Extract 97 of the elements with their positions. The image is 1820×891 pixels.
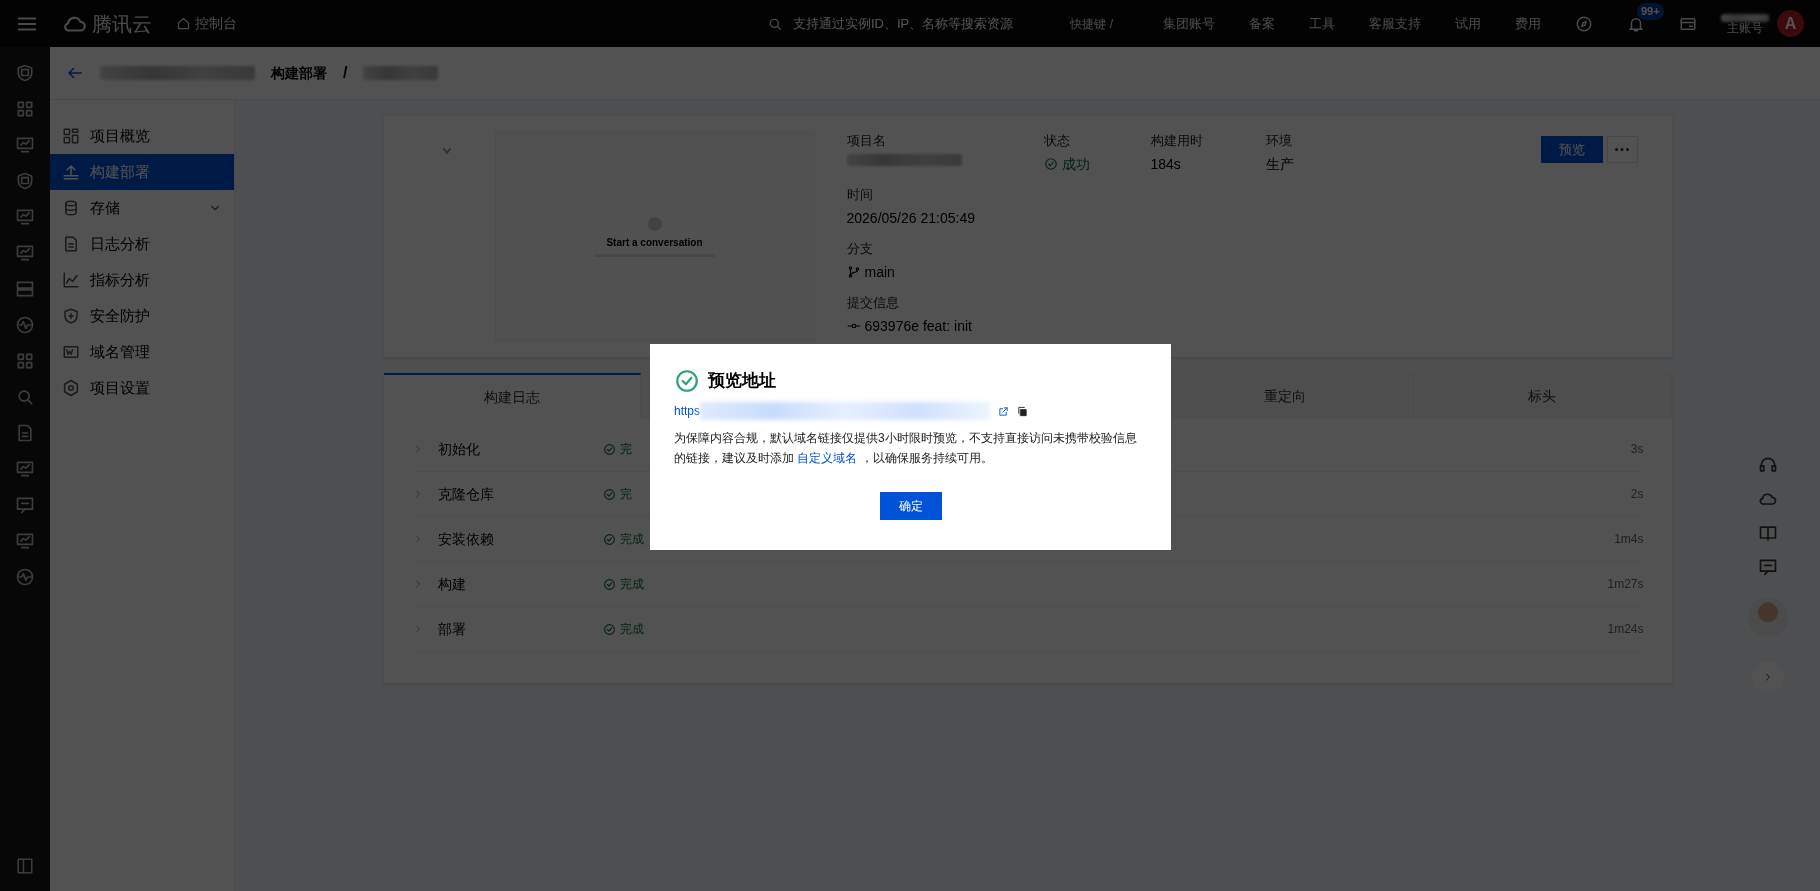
avatar[interactable]: A	[1777, 10, 1804, 37]
domain-icon	[62, 343, 80, 361]
book-icon[interactable]	[1758, 523, 1778, 543]
grid-icon[interactable]	[15, 99, 35, 119]
step-name: 部署	[437, 619, 467, 639]
sidebar-item[interactable]: 指标分析	[50, 262, 234, 298]
more-button[interactable]	[1606, 136, 1638, 163]
pulse-icon[interactable]	[15, 567, 35, 587]
url-prefix: https	[674, 403, 700, 420]
check-circle-icon	[602, 442, 616, 456]
top-menu-link[interactable]: 客服支持	[1369, 13, 1421, 34]
check-circle-icon	[602, 622, 616, 636]
shield-icon	[62, 307, 80, 325]
search-icon[interactable]	[15, 387, 35, 407]
field-label: 构建用时	[1150, 132, 1204, 150]
monitor-icon[interactable]	[15, 207, 35, 227]
field-label: 提交信息	[846, 294, 900, 312]
tab[interactable]: 构建日志	[383, 373, 642, 419]
check-circle-icon	[1043, 157, 1058, 171]
step-status: 完成	[619, 621, 644, 638]
monitor-icon[interactable]	[15, 243, 35, 263]
step-status: 完	[619, 486, 632, 503]
monitor-icon[interactable]	[15, 135, 35, 155]
home-icon	[176, 16, 191, 31]
dialog-title: 预览地址	[708, 369, 776, 393]
external-link-icon[interactable]	[998, 405, 1009, 417]
panel-icon[interactable]	[16, 857, 34, 875]
blurred-account-name	[1721, 13, 1769, 22]
document-icon	[62, 235, 80, 253]
preview-button[interactable]: 预览	[1540, 136, 1603, 163]
step-name: 安装依赖	[437, 529, 495, 549]
check-circle-icon	[602, 487, 616, 501]
blurred-breadcrumb[interactable]	[100, 66, 255, 80]
monitor-icon[interactable]	[15, 459, 35, 479]
compass-icon[interactable]	[1575, 14, 1593, 33]
commit-message: 693976e feat: init	[864, 317, 972, 336]
notification-badge: 99+	[1637, 3, 1664, 20]
chat-icon[interactable]	[15, 495, 35, 515]
assistant-avatar[interactable]	[1748, 597, 1788, 637]
console-link[interactable]: 控制台	[176, 13, 237, 34]
confirm-button[interactable]: 确定	[879, 492, 942, 520]
chart-icon	[62, 271, 80, 289]
copy-icon[interactable]	[1017, 405, 1028, 417]
sidebar-item[interactable]: 项目设置	[50, 370, 234, 406]
field-label: 时间	[846, 186, 874, 204]
field-label: 分支	[846, 240, 874, 258]
hexagon-icon	[62, 379, 80, 397]
step-status: 完	[619, 441, 632, 458]
list-icon[interactable]	[15, 279, 35, 299]
field-value: 生产	[1265, 155, 1294, 174]
top-menu-link[interactable]: 备案	[1249, 13, 1275, 34]
top-menu-link[interactable]: 试用	[1455, 13, 1481, 34]
bell-icon[interactable]	[1627, 15, 1645, 34]
sidebar-item[interactable]: 构建部署	[50, 154, 234, 190]
dialog-notice: 为保障内容合规，默认域名链接仅提供3小时限时预览，不支持直接访问未携带校验信息的链接，建议及时添加 自定义域名 ，以确保服务持续可用。	[674, 430, 1138, 467]
monitor-icon[interactable]	[15, 531, 35, 551]
check-circle-icon	[602, 532, 616, 546]
pulse-icon[interactable]	[15, 315, 35, 335]
headset-icon[interactable]	[1758, 455, 1778, 475]
sidebar-item[interactable]: 安全防护	[50, 298, 234, 334]
branch-name: main	[864, 263, 895, 282]
sidebar-item[interactable]: 域名管理	[50, 334, 234, 370]
brand-name[interactable]: 腾讯云	[92, 8, 152, 39]
step-status: 完成	[619, 576, 644, 593]
field-label: 项目名	[846, 132, 887, 150]
status-text: 成功	[1061, 155, 1090, 174]
database-icon	[62, 199, 80, 217]
top-menu-link[interactable]: 费用	[1515, 13, 1541, 34]
step-status: 完成	[619, 531, 644, 548]
top-menu-link[interactable]: 集团账号	[1163, 13, 1215, 34]
sidebar-item[interactable]: 存储	[50, 190, 234, 226]
sidebar-item[interactable]: 项目概览	[50, 118, 234, 154]
blurred-url[interactable]	[700, 402, 990, 420]
grid-icon[interactable]	[15, 351, 35, 371]
field-label: 状态	[1043, 132, 1071, 150]
expand-button[interactable]	[1752, 661, 1784, 693]
branch-icon	[846, 265, 861, 279]
chat-icon[interactable]	[1758, 557, 1778, 577]
step-name: 初始化	[437, 439, 481, 459]
breadcrumb-separator: /	[343, 63, 348, 83]
shortcut-hint: 快捷键 /	[1070, 15, 1113, 33]
upload-icon	[62, 163, 80, 181]
dots-icon	[1615, 148, 1629, 151]
field-value: 2026/05/26 21:05:49	[846, 209, 975, 228]
custom-domain-link[interactable]: 自定义域名	[797, 451, 858, 465]
search-field[interactable]: 支持通过实例ID、IP、名称等搜索资源	[791, 12, 1063, 35]
breadcrumb-current: 构建部署	[271, 63, 327, 83]
sidebar-item[interactable]: 日志分析	[50, 226, 234, 262]
field-value: 184s	[1150, 155, 1181, 174]
overview-icon	[62, 127, 80, 145]
check-circle-icon	[602, 577, 616, 591]
step-name: 克隆仓库	[437, 484, 495, 504]
step-name: 构建	[437, 574, 467, 594]
document-icon[interactable]	[15, 423, 35, 443]
thumbnail-heading: Start a conversation	[606, 235, 703, 250]
success-check-icon	[674, 368, 700, 394]
field-label: 环境	[1265, 132, 1293, 150]
